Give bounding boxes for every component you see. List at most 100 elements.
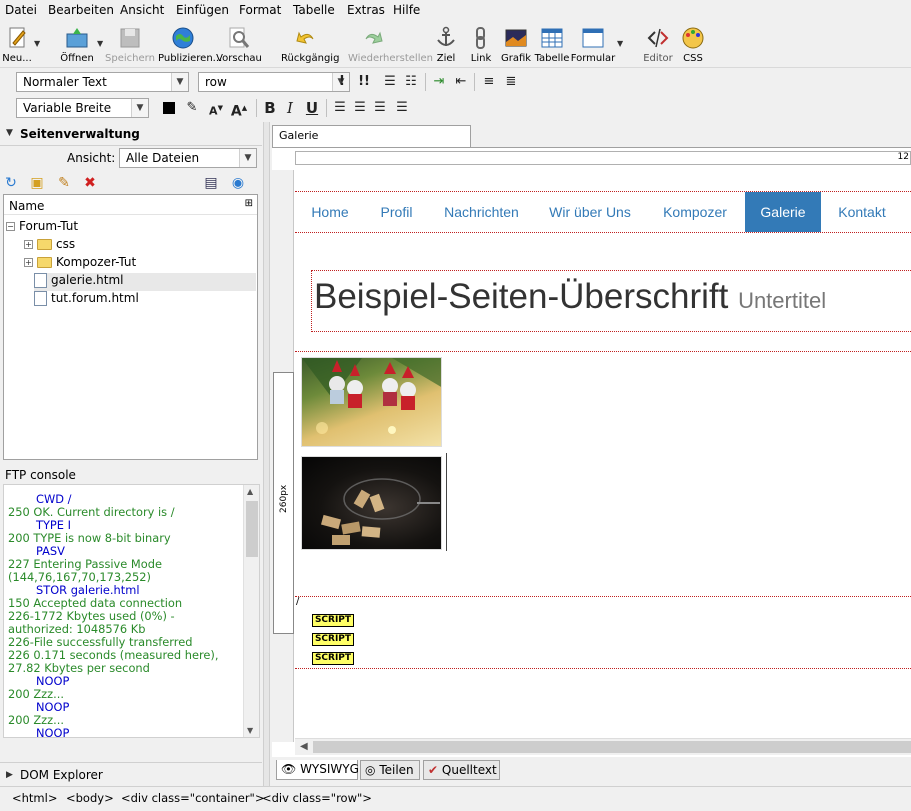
edit-icon[interactable]: ✎ <box>55 174 73 192</box>
text-color-icon[interactable] <box>160 98 178 118</box>
strong-emphasis-icon[interactable]: !! <box>355 72 373 92</box>
site-settings-icon[interactable]: ▤ <box>202 174 220 192</box>
outdent-icon[interactable]: ⇤ <box>452 72 470 92</box>
scrollbar-thumb[interactable] <box>246 501 258 557</box>
tab-split[interactable]: ◎ Teilen <box>360 760 420 780</box>
tree-node-folder[interactable]: + css <box>24 237 75 255</box>
breadcrumb-body[interactable]: <body> <box>66 791 114 805</box>
form-dropdown-arrow[interactable]: ▼ <box>617 39 623 48</box>
tree-node-root[interactable]: − Forum-Tut <box>6 219 78 237</box>
tree-node-file[interactable]: galerie.html <box>34 273 256 291</box>
emphasis-icon[interactable]: ! <box>333 72 351 92</box>
nav-nachrichten[interactable]: Nachrichten <box>428 192 535 232</box>
breadcrumb-html[interactable]: <html> <box>12 791 57 805</box>
breadcrumb-row[interactable]: <div class="row"> <box>262 791 372 805</box>
folder-icon <box>37 239 52 250</box>
increase-font-size-icon[interactable]: A▲ <box>230 98 248 120</box>
align-center-icon[interactable]: ☰ <box>351 98 369 118</box>
expand-icon[interactable]: + <box>24 240 33 249</box>
menu-format[interactable]: Format <box>239 3 281 17</box>
form-button[interactable]: Formular <box>568 25 618 67</box>
menu-tabelle[interactable]: Tabelle <box>293 3 335 17</box>
tree-node-file[interactable]: tut.forum.html <box>34 291 139 309</box>
expand-triangle-icon[interactable]: ▶ <box>6 770 13 780</box>
preview-button[interactable]: Vorschau <box>214 25 264 67</box>
refresh-icon[interactable]: ↻ <box>2 174 20 192</box>
open-dropdown-arrow[interactable]: ▼ <box>97 39 103 48</box>
bullet-list-icon[interactable]: ☷ <box>402 72 420 92</box>
paragraph-format-select[interactable]: Normaler Text ▼ <box>16 72 189 92</box>
view-mode-tabs: 👁 WYSIWYG ◎ Teilen ✔ Quelltext <box>272 758 911 784</box>
tree-node-folder[interactable]: + Kompozer-Tut <box>24 255 136 273</box>
script-tag[interactable]: SCRIPT <box>312 652 354 665</box>
align-justify-icon[interactable]: ☰ <box>393 98 411 118</box>
align-right-icon[interactable]: ☰ <box>371 98 389 118</box>
ftp-command-line: NOOP <box>36 726 70 738</box>
scroll-up-icon[interactable]: ▲ <box>247 487 253 496</box>
decrease-font-size-icon[interactable]: A▼ <box>207 98 225 118</box>
panel-splitter[interactable] <box>263 122 270 786</box>
script-tag[interactable]: SCRIPT <box>312 614 354 627</box>
menu-bearbeiten[interactable]: Bearbeiten <box>48 3 114 17</box>
new-dropdown-arrow[interactable]: ▼ <box>34 39 40 48</box>
highlight-pen-icon[interactable]: ✎ <box>183 98 201 118</box>
numbered-list-icon[interactable]: ☰ <box>381 72 399 92</box>
page-header[interactable]: Beispiel-Seiten-Überschrift Untertitel <box>311 270 911 332</box>
column-picker-icon[interactable]: ⊞ <box>245 198 253 209</box>
horizontal-scrollbar[interactable]: ◀ <box>295 738 911 755</box>
tab-wysiwyg[interactable]: 👁 WYSIWYG <box>276 760 359 780</box>
italic-icon[interactable]: I <box>281 98 299 118</box>
block-icon[interactable]: ≣ <box>502 72 520 92</box>
menu-einfuegen[interactable]: Einfügen <box>176 3 229 17</box>
dom-explorer-header[interactable]: ▶ DOM Explorer <box>0 762 262 786</box>
breadcrumb-container[interactable]: <div class="container"> <box>121 791 264 805</box>
nav-wir-ueber-uns[interactable]: Wir über Uns <box>535 192 645 232</box>
undo-button[interactable]: Rückgängig <box>281 25 339 67</box>
scrollbar-thumb[interactable] <box>313 741 911 753</box>
expand-icon[interactable]: + <box>24 258 33 267</box>
tree-header: Name ⊞ <box>4 195 257 215</box>
menu-datei[interactable]: Datei <box>5 3 37 17</box>
open-button[interactable]: Öffnen <box>52 25 102 67</box>
nav-kompozer[interactable]: Kompozer <box>645 192 745 232</box>
scroll-left-icon[interactable]: ◀ <box>300 741 308 752</box>
indent-icon[interactable]: ⇥ <box>430 72 448 92</box>
underline-icon[interactable]: U <box>303 98 321 118</box>
main-toolbar: Neu... ▼ Öffnen ▼ Speichern Publizieren.… <box>0 22 911 68</box>
horizontal-rule-icon[interactable]: ≡ <box>480 72 498 92</box>
view-select[interactable]: Alle Dateien ▼ <box>119 148 257 168</box>
new-folder-icon[interactable]: ▣ <box>28 174 46 192</box>
redo-button[interactable]: Wiederherstellen <box>348 25 433 67</box>
gallery-image-christmas[interactable] <box>301 357 442 447</box>
nav-profil[interactable]: Profil <box>365 192 428 232</box>
tab-galerie[interactable]: Galerie <box>272 125 471 147</box>
bold-icon[interactable]: B <box>261 98 279 118</box>
delete-icon[interactable]: ✖ <box>81 174 99 192</box>
site-manager-header[interactable]: ▼ Seitenverwaltung <box>0 122 262 146</box>
globe-icon[interactable]: ◉ <box>229 174 247 192</box>
page-title[interactable]: Beispiel-Seiten-Überschrift Untertitel <box>314 277 826 317</box>
save-button[interactable]: Speichern <box>105 25 155 67</box>
align-left-icon[interactable]: ☰ <box>331 98 349 118</box>
publish-button[interactable]: Publizieren... <box>158 25 222 67</box>
css-button[interactable]: CSS <box>668 25 718 67</box>
wysiwyg-editor[interactable]: 12 260px Home Profil Nachrichten Wir übe… <box>272 147 911 757</box>
menu-ansicht[interactable]: Ansicht <box>120 3 164 17</box>
nav-kontakt[interactable]: Kontakt <box>821 192 903 232</box>
ftp-scrollbar[interactable]: ▲ ▼ <box>243 485 259 737</box>
nav-home[interactable]: Home <box>295 192 365 232</box>
script-tag[interactable]: SCRIPT <box>312 633 354 646</box>
collapse-triangle-icon[interactable]: ▼ <box>6 128 13 138</box>
collapse-icon[interactable]: − <box>6 222 15 231</box>
class-select[interactable]: row ▼ <box>198 72 350 92</box>
gallery-image-corks[interactable] <box>301 456 442 550</box>
width-select[interactable]: Variable Breite ▼ <box>16 98 149 118</box>
page-content[interactable]: Home Profil Nachrichten Wir über Uns Kom… <box>295 170 911 742</box>
height-marker[interactable]: 260px <box>273 372 294 634</box>
nav-galerie[interactable]: Galerie <box>745 192 821 232</box>
menu-extras[interactable]: Extras <box>347 3 385 17</box>
menu-hilfe[interactable]: Hilfe <box>393 3 420 17</box>
new-document-icon <box>9 27 26 48</box>
tab-source[interactable]: ✔ Quelltext <box>423 760 500 780</box>
scroll-down-icon[interactable]: ▼ <box>247 726 253 735</box>
